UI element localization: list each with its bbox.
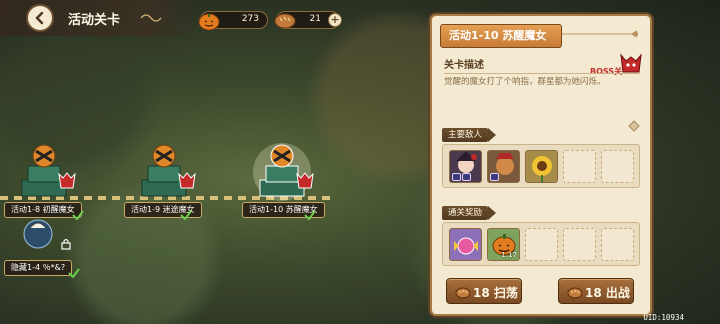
hidden-stage-icon bbox=[23, 219, 53, 249]
arrow-left-icon bbox=[35, 11, 44, 25]
weapon-tag-icon bbox=[490, 173, 499, 181]
page-title: 活动关卡 bbox=[68, 13, 121, 28]
bread-icon bbox=[455, 287, 471, 299]
hidden-stage-1-4[interactable]: 隐藏1-4 ％*&? bbox=[4, 212, 84, 282]
add-bread-button[interactable]: + bbox=[328, 13, 342, 27]
pumpkin-count: 273 bbox=[241, 14, 259, 24]
empty-slot bbox=[601, 228, 634, 261]
user-id: UID:10934 bbox=[643, 313, 684, 322]
divider-ornament bbox=[628, 120, 640, 132]
sunflower-icon bbox=[526, 151, 557, 182]
boss-mark-icon bbox=[178, 172, 196, 189]
empty-slot bbox=[525, 228, 558, 261]
divider bbox=[444, 73, 640, 74]
battle-button[interactable]: 18 出战 bbox=[558, 278, 634, 304]
stage-1-8[interactable]: 活动1-8 初醒魔女 bbox=[4, 142, 94, 222]
enemy-slot-witch[interactable] bbox=[449, 150, 482, 183]
boss-mark-icon bbox=[296, 172, 314, 189]
resource-pumpkin: 273 bbox=[198, 11, 268, 31]
rewards-row: 1.17 bbox=[442, 222, 640, 266]
reward-slot-pumpkin[interactable]: 1.17 bbox=[487, 228, 520, 261]
weapon-tag-icon bbox=[462, 173, 471, 181]
check-icon bbox=[180, 210, 192, 220]
stage-label: 隐藏1-4 ％*&? bbox=[4, 260, 73, 276]
stage-detail-panel: 活动1-10 苏醒魔女 关卡描述 BOSS关 觉醒的魔女打了个响指，群星都为她闪… bbox=[430, 14, 652, 316]
stage-1-9[interactable]: 活动1-9 迷途魔女 bbox=[124, 142, 214, 222]
enemies-label: 主要敌人 bbox=[442, 128, 497, 142]
empty-slot bbox=[563, 228, 596, 261]
empty-slot bbox=[601, 150, 634, 183]
reward-count: 1.17 bbox=[501, 251, 517, 259]
rewards-label: 通关奖励 bbox=[442, 206, 497, 220]
title-bar: 活动关卡 bbox=[0, 0, 200, 36]
check-icon bbox=[68, 268, 80, 278]
check-icon bbox=[304, 210, 316, 220]
battle-label: 18 出战 bbox=[585, 286, 630, 300]
stage-1-10[interactable]: 活动1-10 苏醒魔女 bbox=[242, 142, 332, 222]
stage-description: 觉醒的魔女打了个响指，群星都为她闪烁。 bbox=[444, 77, 606, 87]
sweep-button[interactable]: 18 扫荡 bbox=[446, 278, 522, 304]
panel-title: 活动1-10 苏醒魔女 bbox=[440, 24, 562, 48]
back-button[interactable] bbox=[26, 4, 54, 32]
enemy-slot-warrior[interactable] bbox=[487, 150, 520, 183]
ornament-icon bbox=[140, 14, 162, 22]
ornament-icon bbox=[562, 30, 638, 38]
bread-icon bbox=[567, 287, 583, 299]
weapon-tag-icon bbox=[452, 173, 461, 181]
resource-bread: 21 + bbox=[274, 11, 342, 29]
reward-slot-candy[interactable] bbox=[449, 228, 482, 261]
candy-icon bbox=[454, 237, 478, 255]
boss-mark-icon bbox=[58, 172, 76, 189]
sweep-label: 18 扫荡 bbox=[473, 286, 518, 300]
bread-count: 21 bbox=[309, 14, 321, 24]
enemy-slot-sunflower[interactable] bbox=[525, 150, 558, 183]
lock-icon bbox=[61, 238, 71, 250]
bread-icon bbox=[274, 13, 296, 29]
enemies-row bbox=[442, 144, 640, 188]
description-label: 关卡描述 bbox=[444, 60, 484, 71]
pumpkin-icon bbox=[198, 13, 220, 31]
empty-slot bbox=[563, 150, 596, 183]
